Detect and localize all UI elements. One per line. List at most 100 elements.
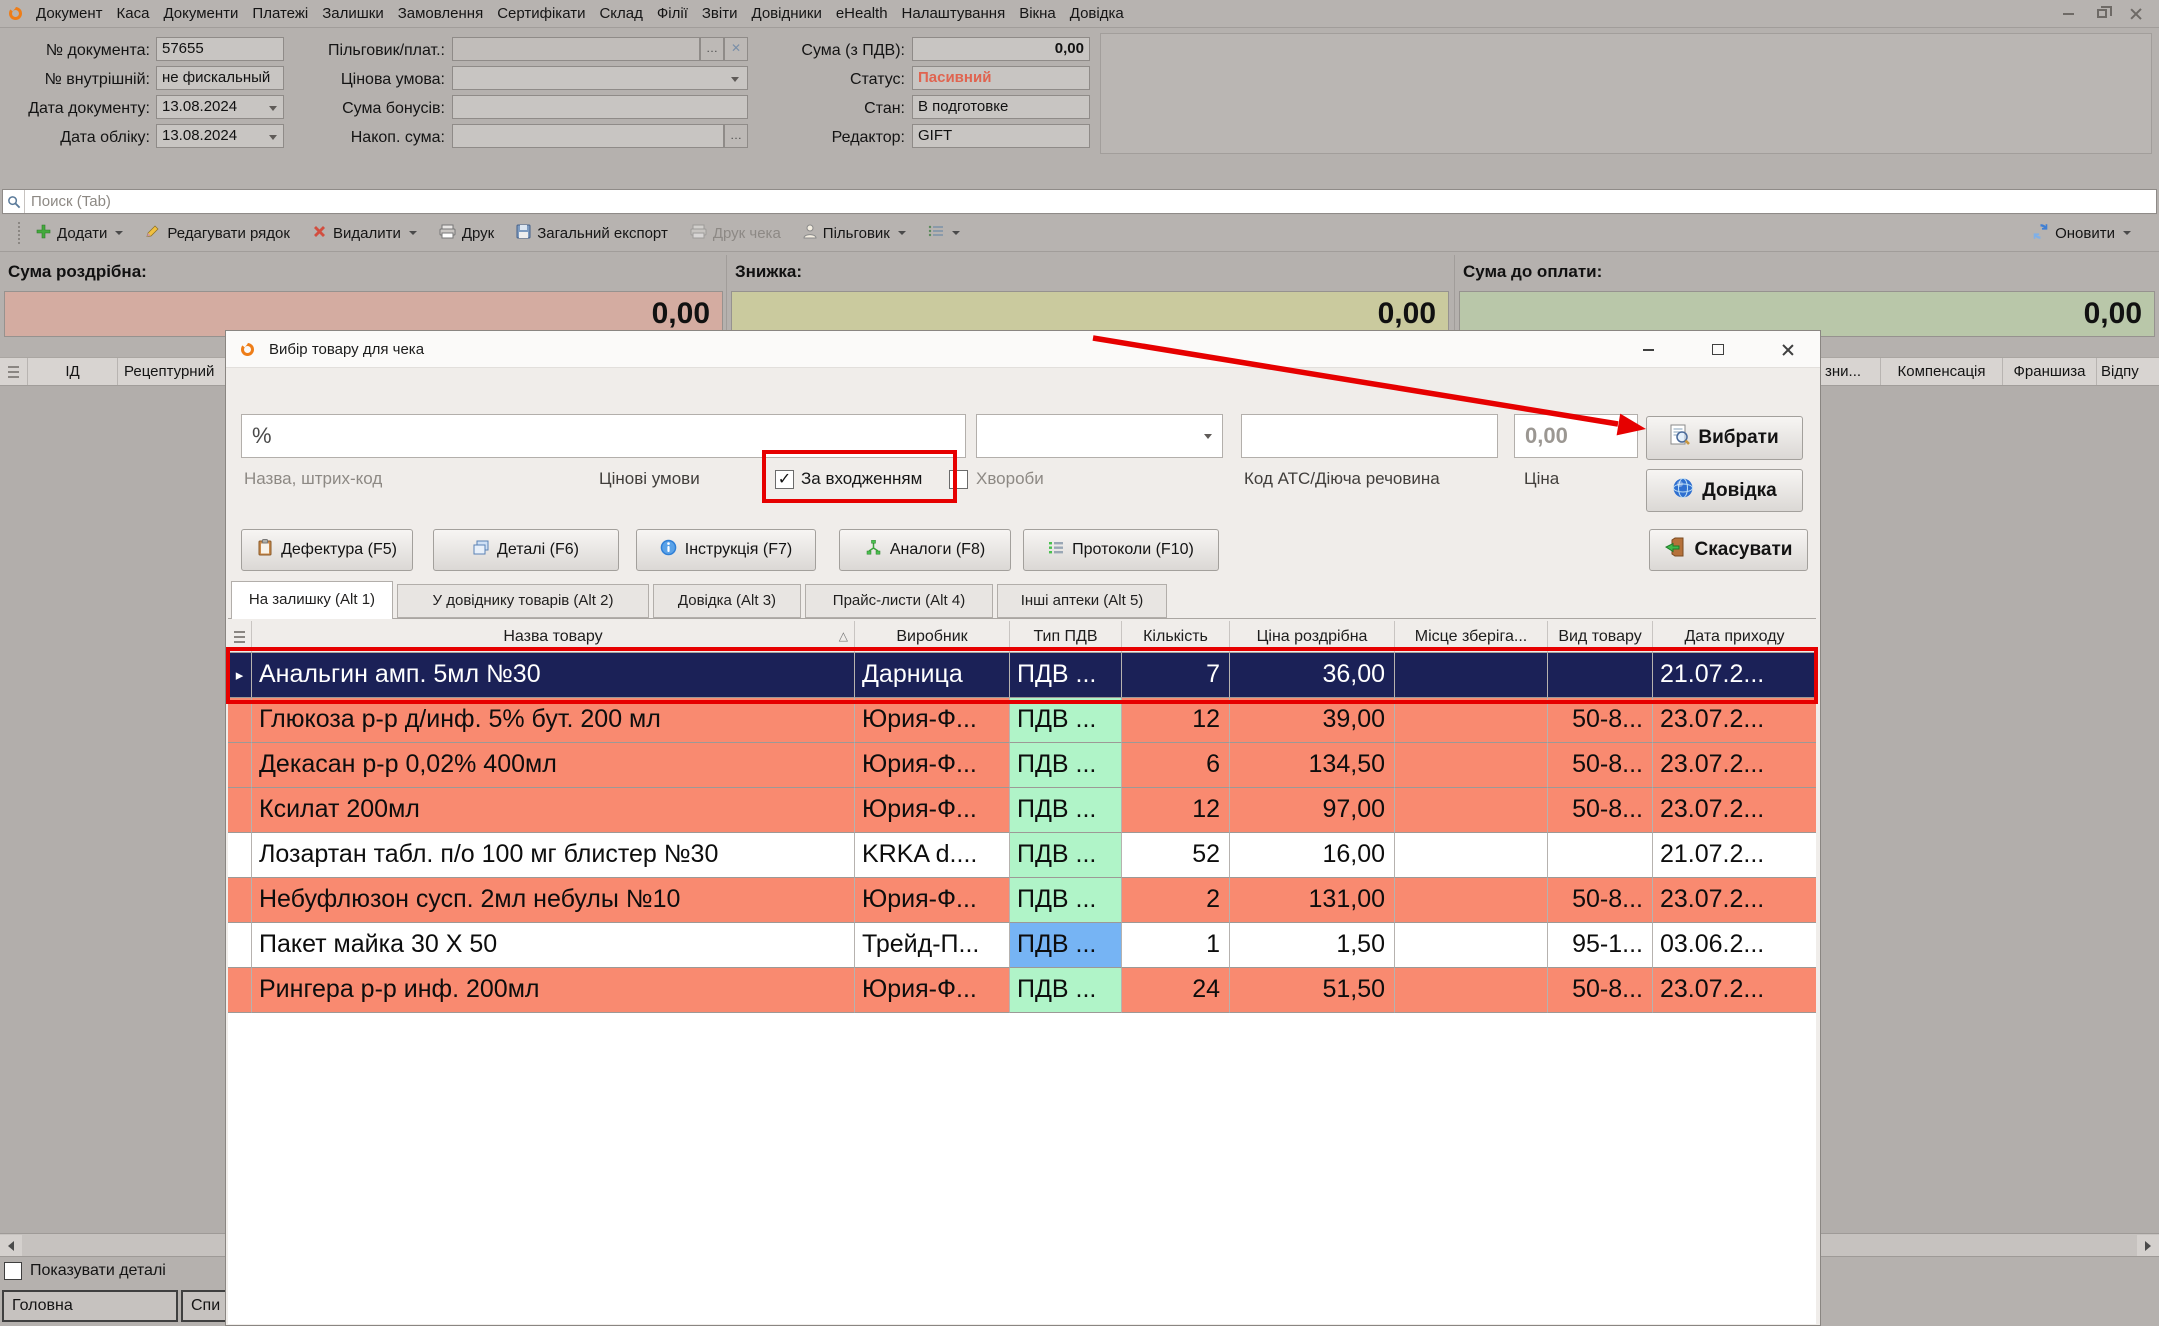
menu-item[interactable]: Каса xyxy=(110,5,157,22)
row-selector-header[interactable] xyxy=(0,358,28,385)
cell-name[interactable]: Рингера р-р инф. 200мл xyxy=(252,968,855,1013)
cell-maker[interactable]: Дарница xyxy=(855,653,1010,698)
column-header-discount[interactable]: зни... xyxy=(1821,358,1881,385)
product-row[interactable]: Пакет майка 30 Х 50Трейд-П...ПДВ ...11,5… xyxy=(228,923,1816,968)
product-search-input[interactable] xyxy=(241,414,966,458)
column-header-qty[interactable]: Кількість xyxy=(1122,621,1230,652)
cell-price[interactable]: 51,50 xyxy=(1230,968,1395,1013)
cell-storage[interactable] xyxy=(1395,788,1548,833)
list-options-button[interactable] xyxy=(928,224,960,242)
product-row[interactable]: Декасан р-р 0,02% 400млЮрия-Ф...ПДВ ...6… xyxy=(228,743,1816,788)
cancel-button[interactable]: Скасувати xyxy=(1649,529,1808,571)
toolbar-handle-icon[interactable] xyxy=(18,222,22,244)
cell-price[interactable]: 131,00 xyxy=(1230,878,1395,923)
delete-button[interactable]: Видалити xyxy=(312,224,417,243)
cell-name[interactable]: Ксилат 200мл xyxy=(252,788,855,833)
menu-item[interactable]: Залишки xyxy=(315,5,391,22)
protocols-button[interactable]: Протоколи (F10) xyxy=(1023,529,1219,571)
cell-qty[interactable]: 12 xyxy=(1122,788,1230,833)
scroll-right-button[interactable] xyxy=(2137,1235,2159,1256)
cell-kind[interactable]: 50-8... xyxy=(1548,788,1653,833)
menu-item[interactable]: Довідка xyxy=(1063,5,1131,22)
tab-reference[interactable]: Довідка (Alt 3) xyxy=(653,584,801,618)
cell-kind[interactable]: 50-8... xyxy=(1548,698,1653,743)
beneficiary-button[interactable]: Пільговик xyxy=(803,224,906,243)
cell-vat[interactable]: ПДВ ... xyxy=(1010,968,1122,1013)
cell-maker[interactable]: Трейд-П... xyxy=(855,923,1010,968)
menu-item[interactable]: Налаштування xyxy=(895,5,1013,22)
restore-button[interactable] xyxy=(2085,1,2119,27)
menu-item[interactable]: eHealth xyxy=(829,5,895,22)
price-terms-combobox[interactable] xyxy=(976,414,1223,458)
sort-ascending-icon[interactable]: △ xyxy=(839,629,848,643)
cell-vat[interactable]: ПДВ ... xyxy=(1010,698,1122,743)
cell-maker[interactable]: Юрия-Ф... xyxy=(855,968,1010,1013)
cell-vat[interactable]: ПДВ ... xyxy=(1010,743,1122,788)
cell-storage[interactable] xyxy=(1395,923,1548,968)
show-details-checkbox[interactable] xyxy=(4,1262,22,1280)
cell-name[interactable]: Лозартан табл. п/о 100 мг блистер №30 xyxy=(252,833,855,878)
diseases-checkbox[interactable] xyxy=(949,470,968,489)
cell-date[interactable]: 23.07.2... xyxy=(1653,788,1816,833)
menu-item[interactable]: Звіти xyxy=(695,5,745,22)
refresh-button[interactable]: Оновити xyxy=(2032,215,2131,251)
menu-item[interactable]: Вікна xyxy=(1012,5,1063,22)
cell-maker[interactable]: Юрия-Ф... xyxy=(855,788,1010,833)
cell-date[interactable]: 23.07.2... xyxy=(1653,968,1816,1013)
column-header-dispense[interactable]: Відпу xyxy=(2097,358,2159,385)
help-button[interactable]: Довідка xyxy=(1646,469,1803,512)
price-condition-field[interactable] xyxy=(452,66,748,90)
entry-checkbox[interactable]: ✓ xyxy=(775,470,794,489)
scroll-left-button[interactable] xyxy=(0,1235,22,1256)
cell-vat[interactable]: ПДВ ... xyxy=(1010,788,1122,833)
cell-price[interactable]: 36,00 xyxy=(1230,653,1395,698)
diseases-checkbox-label[interactable]: Хвороби xyxy=(976,469,1044,489)
cell-name[interactable]: Декасан р-р 0,02% 400мл xyxy=(252,743,855,788)
cell-maker[interactable]: Юрия-Ф... xyxy=(855,878,1010,923)
cell-price[interactable]: 39,00 xyxy=(1230,698,1395,743)
dialog-titlebar[interactable]: Вибір товару для чека xyxy=(226,331,1820,368)
defectura-button[interactable]: Дефектура (F5) xyxy=(241,529,413,571)
menu-item[interactable]: Документ xyxy=(29,5,110,22)
cell-price[interactable]: 16,00 xyxy=(1230,833,1395,878)
instruction-button[interactable]: Інструкція (F7) xyxy=(636,529,816,571)
product-row[interactable]: Ксилат 200млЮрия-Ф...ПДВ ...1297,0050-8.… xyxy=(228,788,1816,833)
cell-maker[interactable]: Юрия-Ф... xyxy=(855,743,1010,788)
product-row[interactable]: Рингера р-р инф. 200млЮрия-Ф...ПДВ ...24… xyxy=(228,968,1816,1013)
details-button[interactable]: Деталі (F6) xyxy=(433,529,619,571)
column-header-compensation[interactable]: Компенсація xyxy=(1881,358,2003,385)
cell-price[interactable]: 1,50 xyxy=(1230,923,1395,968)
bonus-sum-field[interactable] xyxy=(452,95,748,119)
minimize-button[interactable] xyxy=(2051,1,2085,27)
cell-date[interactable]: 23.07.2... xyxy=(1653,878,1816,923)
column-header-id[interactable]: ІД xyxy=(28,358,118,385)
cell-date[interactable]: 03.06.2... xyxy=(1653,923,1816,968)
column-header-price[interactable]: Ціна роздрібна xyxy=(1230,621,1395,652)
cell-price[interactable]: 134,50 xyxy=(1230,743,1395,788)
cell-storage[interactable] xyxy=(1395,968,1548,1013)
cell-storage[interactable] xyxy=(1395,653,1548,698)
add-button[interactable]: Додати xyxy=(36,224,123,243)
cell-qty[interactable]: 7 xyxy=(1122,653,1230,698)
cell-maker[interactable]: KRKA d.... xyxy=(855,833,1010,878)
cell-kind[interactable]: 50-8... xyxy=(1548,743,1653,788)
column-header-maker[interactable]: Виробник xyxy=(855,621,1010,652)
export-button[interactable]: Загальний експорт xyxy=(516,224,668,243)
cell-storage[interactable] xyxy=(1395,878,1548,923)
product-row[interactable]: Глюкоза р-р д/инф. 5% бут. 200 млЮрия-Ф.… xyxy=(228,698,1816,743)
column-header-kind[interactable]: Вид товару xyxy=(1548,621,1653,652)
menu-item[interactable]: Довідники xyxy=(745,5,829,22)
cell-kind[interactable]: 95-1... xyxy=(1548,923,1653,968)
cell-kind[interactable]: 50-8... xyxy=(1548,878,1653,923)
cell-qty[interactable]: 52 xyxy=(1122,833,1230,878)
cell-qty[interactable]: 1 xyxy=(1122,923,1230,968)
cell-qty[interactable]: 6 xyxy=(1122,743,1230,788)
tab-on-stock[interactable]: На залишку (Alt 1) xyxy=(231,581,393,619)
cell-storage[interactable] xyxy=(1395,743,1548,788)
menu-item[interactable]: Платежі xyxy=(245,5,315,22)
accum-sum-field[interactable] xyxy=(452,124,724,148)
cell-name[interactable]: Пакет майка 30 Х 50 xyxy=(252,923,855,968)
menu-item[interactable]: Документи xyxy=(156,5,245,22)
print-receipt-button[interactable]: Друк чека xyxy=(690,224,781,243)
cell-vat[interactable]: ПДВ ... xyxy=(1010,653,1122,698)
